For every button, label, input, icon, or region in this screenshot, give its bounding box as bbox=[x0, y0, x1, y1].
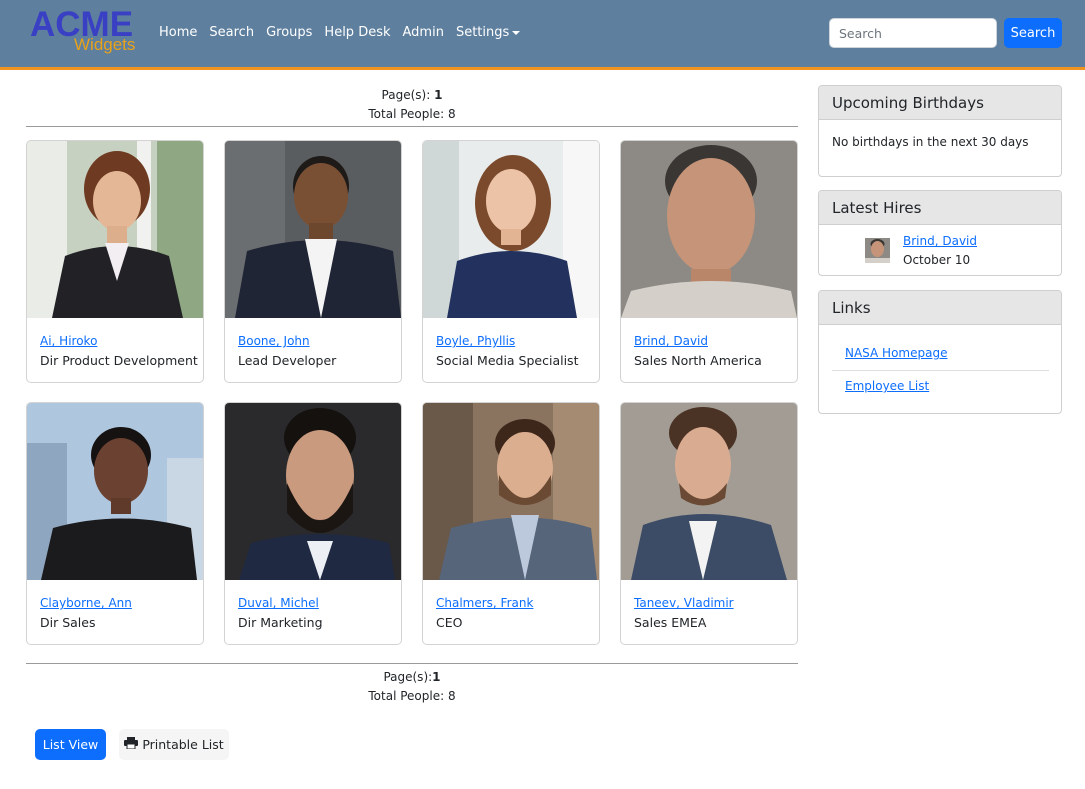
person-title: Dir Marketing bbox=[238, 615, 323, 630]
person-photo[interactable] bbox=[225, 403, 401, 580]
nav-help-desk[interactable]: Help Desk bbox=[324, 24, 390, 42]
printer-icon bbox=[124, 737, 139, 752]
person-card: Duval, Michel Dir Marketing bbox=[224, 402, 402, 645]
person-photo[interactable] bbox=[27, 403, 203, 580]
person-name-link[interactable]: Brind, David bbox=[634, 334, 708, 348]
list-view-button[interactable]: List View bbox=[35, 729, 106, 760]
divider-bottom bbox=[26, 663, 798, 664]
panel-title: Upcoming Birthdays bbox=[819, 86, 1061, 120]
person-name-link[interactable]: Duval, Michel bbox=[238, 596, 319, 610]
person-photo[interactable] bbox=[225, 141, 401, 318]
person-photo[interactable] bbox=[621, 403, 797, 580]
total-people: Total People: 8 bbox=[368, 689, 456, 703]
person-photo[interactable] bbox=[423, 403, 599, 580]
person-name-link[interactable]: Boyle, Phyllis bbox=[436, 334, 515, 348]
person-card: Boyle, Phyllis Social Media Specialist bbox=[422, 140, 600, 383]
hire-avatar[interactable] bbox=[865, 238, 890, 263]
paging-summary-bottom: Page(s):1 Total People: 8 bbox=[26, 668, 798, 706]
person-name-link[interactable]: Boone, John bbox=[238, 334, 310, 348]
person-card: Taneev, Vladimir Sales EMEA bbox=[620, 402, 798, 645]
person-name-link[interactable]: Chalmers, Frank bbox=[436, 596, 533, 610]
pages-label: Page(s): bbox=[383, 670, 433, 684]
acme-logo[interactable]: ACME Widgets bbox=[30, 7, 140, 58]
page-count: Page(s):1 bbox=[26, 668, 798, 687]
person-card: Boone, John Lead Developer bbox=[224, 140, 402, 383]
paging-summary-top: Page(s): 1 Total People: 8 bbox=[26, 86, 798, 124]
person-photo[interactable] bbox=[621, 141, 797, 318]
search-button[interactable]: Search bbox=[1004, 18, 1062, 48]
link-employee-list[interactable]: Employee List bbox=[845, 379, 929, 393]
person-photo[interactable] bbox=[27, 141, 203, 318]
page-link-1[interactable]: 1 bbox=[432, 670, 440, 684]
nav-home[interactable]: Home bbox=[159, 24, 197, 42]
upcoming-birthdays-panel: Upcoming Birthdays No birthdays in the n… bbox=[818, 85, 1062, 177]
person-name-link[interactable]: Clayborne, Ann bbox=[40, 596, 132, 610]
top-navbar: ACME Widgets Home Search Groups Help Des… bbox=[0, 0, 1085, 70]
person-title: Dir Product Development bbox=[40, 353, 198, 368]
person-card: Clayborne, Ann Dir Sales bbox=[26, 402, 204, 645]
caret-down-icon bbox=[512, 30, 521, 35]
search-input[interactable] bbox=[829, 18, 997, 48]
hire-date: October 10 bbox=[903, 253, 971, 267]
person-title: CEO bbox=[436, 615, 463, 630]
page-link-1[interactable]: 1 bbox=[434, 88, 442, 102]
page-count: Page(s): 1 bbox=[26, 86, 798, 105]
nav-admin[interactable]: Admin bbox=[403, 24, 444, 42]
logo-widgets-text: Widgets bbox=[74, 35, 136, 54]
person-card: Chalmers, Frank CEO bbox=[422, 402, 600, 645]
person-card: Brind, David Sales North America bbox=[620, 140, 798, 383]
divider-top bbox=[26, 126, 798, 127]
printable-list-button[interactable]: Printable List bbox=[119, 729, 229, 760]
total-people: Total People: 8 bbox=[368, 107, 456, 121]
birthdays-empty-text: No birthdays in the next 30 days bbox=[832, 135, 1029, 149]
hire-name-link[interactable]: Brind, David bbox=[903, 234, 977, 248]
person-title: Social Media Specialist bbox=[436, 353, 579, 368]
person-name-link[interactable]: Taneev, Vladimir bbox=[634, 596, 734, 610]
nav-search[interactable]: Search bbox=[209, 24, 254, 42]
person-title: Dir Sales bbox=[40, 615, 96, 630]
panel-title: Links bbox=[819, 291, 1061, 325]
person-photo[interactable] bbox=[423, 141, 599, 318]
printable-list-label: Printable List bbox=[142, 737, 224, 752]
links-panel: Links NASA Homepage Employee List bbox=[818, 290, 1062, 414]
nav-groups[interactable]: Groups bbox=[266, 24, 312, 42]
nav-settings-label: Settings bbox=[455, 25, 510, 40]
latest-hires-panel: Latest Hires Brind, David October 10 bbox=[818, 190, 1062, 276]
link-nasa-homepage[interactable]: NASA Homepage bbox=[845, 346, 947, 360]
pages-label: Page(s): bbox=[381, 88, 431, 102]
person-name-link[interactable]: Ai, Hiroko bbox=[40, 334, 97, 348]
person-card: Ai, Hiroko Dir Product Development bbox=[26, 140, 204, 383]
nav-settings-dropdown[interactable]: Settings bbox=[455, 24, 521, 42]
links-divider bbox=[832, 370, 1049, 371]
person-title: Lead Developer bbox=[238, 353, 337, 368]
panel-title: Latest Hires bbox=[819, 191, 1061, 225]
person-title: Sales North America bbox=[634, 353, 762, 368]
person-title: Sales EMEA bbox=[634, 615, 707, 630]
main-nav: Home Search Groups Help Desk Admin Setti… bbox=[159, 24, 532, 42]
